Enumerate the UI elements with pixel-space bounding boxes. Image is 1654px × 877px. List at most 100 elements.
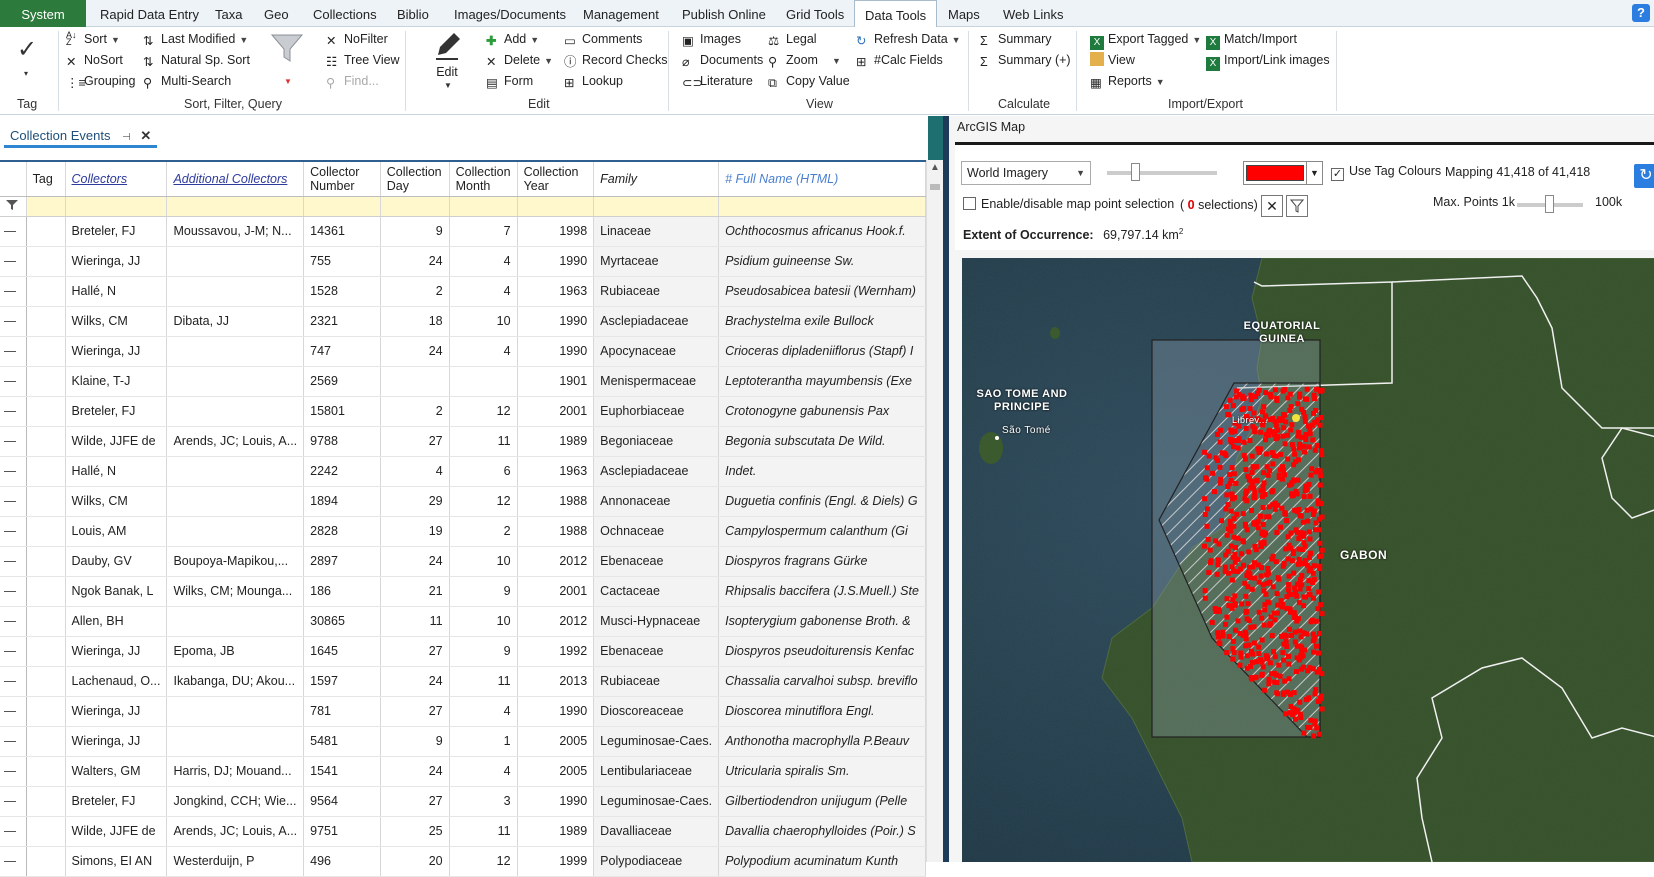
- occurrence-point[interactable]: [1294, 669, 1299, 675]
- table-cell[interactable]: 9: [380, 726, 450, 757]
- reports-button[interactable]: ▦ Reports ▼: [1090, 71, 1165, 91]
- occurrence-point[interactable]: [1282, 678, 1288, 684]
- occurrence-point[interactable]: [1269, 633, 1275, 639]
- row-selector[interactable]: [0, 336, 27, 367]
- occurrence-point[interactable]: [1308, 619, 1314, 625]
- table-cell[interactable]: Duguetia confinis (Engl. & Diels) G: [718, 486, 926, 517]
- occurrence-point[interactable]: [1280, 563, 1286, 569]
- table-cell[interactable]: Psidium guineense Sw.: [718, 246, 926, 277]
- table-cell[interactable]: Jongkind, CCH; Wie...: [166, 786, 305, 817]
- table-cell[interactable]: 1894: [303, 486, 381, 517]
- occurrence-point[interactable]: [1282, 510, 1288, 516]
- occurrence-point[interactable]: [1202, 496, 1208, 502]
- table-cell[interactable]: 2569: [303, 366, 381, 397]
- occurrence-point[interactable]: [1243, 610, 1249, 616]
- table-cell[interactable]: [26, 666, 66, 697]
- occurrence-point[interactable]: [1234, 511, 1240, 517]
- table-cell[interactable]: Klaine, T-J: [65, 366, 168, 397]
- row-selector[interactable]: [0, 606, 27, 637]
- occurrence-point[interactable]: [1202, 449, 1208, 455]
- occurrence-point[interactable]: [1308, 472, 1314, 478]
- table-cell[interactable]: 2005: [517, 756, 595, 787]
- occurrence-point[interactable]: [1302, 414, 1308, 420]
- occurrence-point[interactable]: [1279, 604, 1285, 610]
- occurrence-point[interactable]: [1267, 391, 1273, 397]
- occurrence-point[interactable]: [1279, 634, 1284, 639]
- occurrence-point[interactable]: [1213, 455, 1219, 461]
- filter-cell[interactable]: [593, 196, 720, 217]
- occurrence-point[interactable]: [1287, 710, 1293, 716]
- table-cell[interactable]: Ngok Banak, L: [65, 576, 168, 607]
- occurrence-point[interactable]: [1259, 659, 1265, 665]
- occurrence-point[interactable]: [1230, 603, 1236, 609]
- occurrence-point[interactable]: [1253, 674, 1259, 680]
- table-cell[interactable]: [26, 306, 66, 337]
- table-cell[interactable]: 2001: [517, 576, 595, 607]
- table-row[interactable]: Breteler, FJ 15801 2 12 2001 Euphorbiaceae Cro…: [0, 396, 926, 427]
- satellite-map[interactable]: [962, 258, 1654, 862]
- table-cell[interactable]: Annonaceae: [593, 486, 720, 517]
- occurrence-point[interactable]: [1215, 562, 1221, 568]
- occurrence-point[interactable]: [1312, 396, 1318, 402]
- occurrence-point[interactable]: [1258, 429, 1264, 435]
- occurrence-point[interactable]: [1308, 565, 1314, 571]
- tab-images-documents[interactable]: Images/Documents: [444, 0, 576, 27]
- occurrence-point[interactable]: [1318, 473, 1324, 479]
- table-row[interactable]: Wilks, CM Dibata, JJ 2321 18 10 1990 Asclepiad…: [0, 306, 926, 337]
- point-color-picker[interactable]: ▼: [1243, 161, 1323, 185]
- occurrence-point[interactable]: [1319, 671, 1325, 677]
- occurrence-point[interactable]: [1272, 617, 1278, 623]
- occurrence-point[interactable]: [1256, 609, 1262, 615]
- column-header-collection-month[interactable]: Collection Month: [449, 162, 518, 197]
- table-cell[interactable]: 4: [449, 276, 518, 307]
- table-cell[interactable]: Musci-Hypnaceae: [593, 606, 720, 637]
- occurrence-point[interactable]: [1319, 611, 1325, 617]
- table-cell[interactable]: 1989: [517, 426, 595, 457]
- table-cell[interactable]: Anthonotha macrophylla P.Beauv: [718, 726, 926, 757]
- table-cell[interactable]: 10: [449, 606, 518, 637]
- occurrence-point[interactable]: [1263, 390, 1269, 396]
- table-cell[interactable]: 1998: [517, 216, 595, 247]
- occurrence-point[interactable]: [1217, 439, 1223, 445]
- table-cell[interactable]: 2: [380, 276, 450, 307]
- row-selector[interactable]: [0, 276, 27, 307]
- occurrence-point[interactable]: [1238, 654, 1244, 660]
- table-cell[interactable]: 29: [380, 486, 450, 517]
- table-cell[interactable]: 24: [380, 666, 450, 697]
- table-cell[interactable]: [26, 276, 66, 307]
- table-cell[interactable]: Epoma, JB: [166, 636, 305, 667]
- delete-button[interactable]: ✕ Delete ▼: [486, 50, 553, 70]
- table-cell[interactable]: Arends, JC; Louis, A...: [166, 426, 305, 457]
- occurrence-point[interactable]: [1291, 570, 1297, 576]
- occurrence-point[interactable]: [1317, 666, 1322, 672]
- occurrence-point[interactable]: [1300, 519, 1306, 525]
- tab-geo[interactable]: Geo: [254, 0, 299, 27]
- column-header-family[interactable]: Family: [593, 162, 720, 197]
- occurrence-point[interactable]: [1304, 386, 1310, 392]
- occurrence-point[interactable]: [1202, 543, 1207, 549]
- occurrence-point[interactable]: [1285, 556, 1291, 562]
- occurrence-point[interactable]: [1243, 467, 1249, 473]
- tab-rapid-data-entry[interactable]: Rapid Data Entry: [90, 0, 209, 27]
- table-cell[interactable]: 9: [449, 576, 518, 607]
- table-cell[interactable]: 2013: [517, 666, 595, 697]
- occurrence-point[interactable]: [1282, 412, 1288, 418]
- export-tagged-button[interactable]: X Export Tagged ▼: [1090, 29, 1201, 50]
- occurrence-point[interactable]: [1205, 506, 1210, 512]
- occurrence-point[interactable]: [1249, 508, 1254, 513]
- collection-events-tab[interactable]: Collection Events ⊣ ✕: [4, 124, 158, 148]
- occurrence-point[interactable]: [1292, 614, 1298, 620]
- occurrence-point[interactable]: [1249, 478, 1255, 484]
- occurrence-point[interactable]: [1284, 518, 1290, 524]
- occurrence-point[interactable]: [1289, 491, 1295, 497]
- occurrence-point[interactable]: [1206, 570, 1212, 575]
- occurrence-point[interactable]: [1291, 478, 1297, 484]
- side-pin-strip[interactable]: [928, 116, 943, 160]
- occurrence-point[interactable]: [1306, 529, 1312, 535]
- table-cell[interactable]: 10: [449, 546, 518, 577]
- row-selector[interactable]: [0, 546, 27, 577]
- occurrence-point[interactable]: [1296, 546, 1302, 552]
- table-cell[interactable]: 21: [380, 576, 450, 607]
- nofilter-button[interactable]: ✕ NoFilter: [326, 29, 388, 49]
- table-cell[interactable]: [26, 726, 66, 757]
